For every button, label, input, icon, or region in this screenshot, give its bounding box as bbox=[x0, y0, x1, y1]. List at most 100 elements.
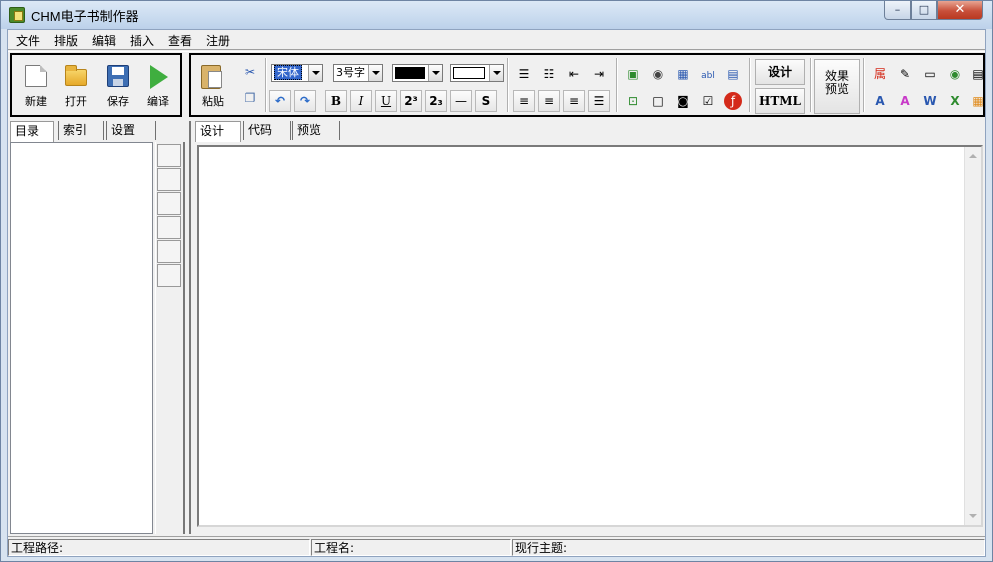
tab-design[interactable]: 设计 bbox=[195, 121, 241, 142]
paste-button[interactable]: 粘贴 bbox=[195, 61, 231, 109]
web-link-button[interactable]: ◉ bbox=[944, 63, 966, 85]
strikethrough-icon: S bbox=[481, 94, 491, 108]
fore-color-select[interactable] bbox=[392, 64, 443, 82]
menu-edit[interactable]: 编辑 bbox=[92, 32, 116, 49]
toc-action-button[interactable] bbox=[157, 264, 181, 287]
toolbar-divider bbox=[507, 58, 509, 112]
excel-import-button[interactable]: X bbox=[944, 90, 966, 112]
toc-action-button[interactable] bbox=[157, 192, 181, 215]
subscript-button[interactable]: 2₃ bbox=[425, 90, 447, 112]
bold-button[interactable]: B bbox=[325, 90, 347, 112]
font-size-select[interactable]: 3号字 bbox=[333, 64, 383, 82]
form-icon: ▤ bbox=[972, 67, 984, 81]
editor-scrollbar[interactable] bbox=[964, 147, 981, 525]
insert-flash-button[interactable]: ƒ bbox=[722, 90, 744, 112]
insert-button-button[interactable]: ▭ bbox=[919, 63, 941, 85]
layout-button[interactable]: ▦ bbox=[967, 90, 989, 112]
underline-button[interactable]: U bbox=[375, 90, 397, 112]
close-button[interactable]: ✕ bbox=[937, 1, 983, 20]
save-button[interactable]: 保存 bbox=[98, 61, 138, 109]
scroll-down-icon[interactable] bbox=[969, 514, 977, 518]
menu-view[interactable]: 查看 bbox=[168, 32, 192, 49]
horizontal-rule-button[interactable]: — bbox=[450, 90, 472, 112]
chevron-down-icon bbox=[428, 65, 442, 81]
tab-preview[interactable]: 预览 bbox=[292, 121, 340, 140]
media-icon: ◉ bbox=[652, 67, 664, 81]
minimize-button[interactable]: – bbox=[884, 1, 911, 20]
horizontal-rule-icon: — bbox=[455, 94, 467, 108]
excel-icon: X bbox=[950, 94, 960, 108]
font-name-select[interactable]: 宋体 bbox=[271, 64, 323, 82]
text-effect-icon: A bbox=[900, 94, 910, 108]
toc-action-button[interactable] bbox=[157, 168, 181, 191]
toc-action-button[interactable] bbox=[157, 144, 181, 167]
outdent-button[interactable]: ⇤ bbox=[563, 63, 585, 85]
insert-textbox-button[interactable]: abl bbox=[697, 63, 719, 85]
compile-button[interactable]: 编译 bbox=[138, 61, 178, 109]
insert-frame-button[interactable]: ⊡ bbox=[622, 90, 644, 112]
insert-checkbox-button[interactable]: ☑ bbox=[697, 90, 719, 112]
undo-button[interactable]: ↶ bbox=[269, 90, 291, 112]
chevron-down-icon bbox=[308, 65, 322, 81]
font-size-value: 3号字 bbox=[336, 66, 365, 79]
menu-layout[interactable]: 排版 bbox=[54, 32, 78, 49]
back-color-select[interactable] bbox=[450, 64, 504, 82]
properties-button[interactable]: 属 bbox=[869, 63, 891, 85]
tab-toc[interactable]: 目录 bbox=[10, 121, 54, 142]
title-bar[interactable]: CHM电子书制作器 – □ ✕ bbox=[1, 1, 992, 29]
form-button[interactable]: ▤ bbox=[967, 63, 989, 85]
eyedropper-button[interactable]: ✎ bbox=[894, 63, 916, 85]
ordered-list-button[interactable]: ☰ bbox=[513, 63, 535, 85]
folder-open-icon bbox=[65, 65, 87, 86]
align-center-button[interactable]: ≡ bbox=[538, 90, 560, 112]
unordered-list-button[interactable]: ☷ bbox=[538, 63, 560, 85]
fore-color-swatch bbox=[395, 67, 425, 79]
new-button[interactable]: 新建 bbox=[16, 61, 56, 109]
menu-register[interactable]: 注册 bbox=[206, 32, 230, 49]
text-effect-button[interactable]: A bbox=[894, 90, 916, 112]
superscript-button[interactable]: 2³ bbox=[400, 90, 422, 112]
insert-radio-button[interactable]: ◙ bbox=[672, 90, 694, 112]
word-import-button[interactable]: W bbox=[919, 90, 941, 112]
chevron-down-icon bbox=[368, 65, 382, 81]
word-icon: W bbox=[923, 94, 937, 108]
insert-list-button[interactable]: ▤ bbox=[722, 63, 744, 85]
toc-action-button[interactable] bbox=[157, 216, 181, 239]
preview-button[interactable]: 效果 预览 bbox=[814, 59, 860, 114]
italic-button[interactable]: I bbox=[350, 90, 372, 112]
globe-icon: ◉ bbox=[949, 67, 961, 81]
strikethrough-button[interactable]: S bbox=[475, 90, 497, 112]
new-file-icon bbox=[25, 65, 47, 87]
editor-area[interactable] bbox=[197, 145, 983, 527]
scroll-up-icon[interactable] bbox=[969, 154, 977, 158]
floppy-disk-icon bbox=[107, 65, 129, 87]
open-button[interactable]: 打开 bbox=[56, 61, 96, 109]
copy-button[interactable]: ❐ bbox=[239, 87, 261, 109]
insert-media-button[interactable]: ◉ bbox=[647, 63, 669, 85]
tab-settings[interactable]: 设置 bbox=[106, 121, 156, 140]
app-window: CHM电子书制作器 – □ ✕ 文件 排版 编辑 插入 查看 注册 新建 打开 bbox=[0, 0, 993, 562]
insert-box-button[interactable]: □ bbox=[647, 90, 669, 112]
tab-code[interactable]: 代码 bbox=[243, 121, 291, 140]
font-style-button[interactable]: A bbox=[869, 90, 891, 112]
design-mode-button[interactable]: 设计 bbox=[755, 59, 805, 85]
menu-file[interactable]: 文件 bbox=[16, 32, 40, 49]
cut-button[interactable]: ✂ bbox=[239, 61, 261, 83]
html-mode-button[interactable]: HTML bbox=[755, 88, 805, 114]
tab-index[interactable]: 索引 bbox=[58, 121, 104, 140]
toc-tree[interactable] bbox=[10, 142, 153, 534]
align-left-button[interactable]: ≡ bbox=[513, 90, 535, 112]
redo-button[interactable]: ↷ bbox=[294, 90, 316, 112]
open-label: 打开 bbox=[65, 95, 87, 108]
insert-image-button[interactable]: ▣ bbox=[622, 63, 644, 85]
toc-action-button[interactable] bbox=[157, 240, 181, 263]
back-color-swatch bbox=[453, 67, 485, 79]
menu-bar: 文件 排版 编辑 插入 查看 注册 bbox=[8, 30, 985, 49]
justify-button[interactable]: ☰ bbox=[588, 90, 610, 112]
menu-insert[interactable]: 插入 bbox=[130, 32, 154, 49]
align-right-button[interactable]: ≡ bbox=[563, 90, 585, 112]
maximize-button[interactable]: □ bbox=[911, 1, 937, 20]
insert-table-button[interactable]: ▦ bbox=[672, 63, 694, 85]
indent-button[interactable]: ⇥ bbox=[588, 63, 610, 85]
undo-icon: ↶ bbox=[274, 94, 286, 108]
